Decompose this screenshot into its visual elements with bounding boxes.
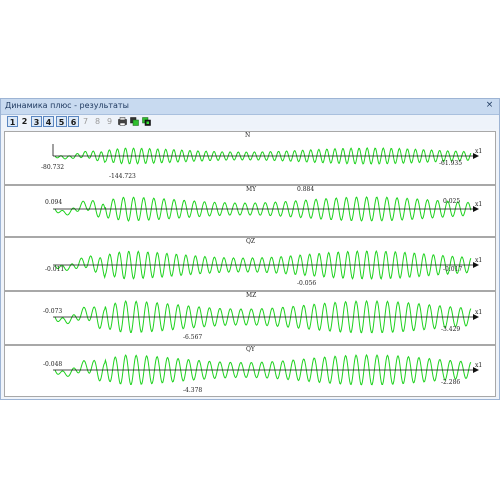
- min-label-qy: -4.378: [183, 387, 203, 394]
- right-value-qz: -0.017: [443, 266, 463, 273]
- tab-6[interactable]: 6: [68, 116, 79, 127]
- right-value-n: -61.935: [439, 160, 463, 167]
- left-value-my: 0.094: [45, 199, 63, 206]
- copy-icon[interactable]: [130, 117, 139, 126]
- export-icon[interactable]: [142, 117, 151, 126]
- tab-5[interactable]: 5: [56, 116, 67, 127]
- tab-9[interactable]: 9: [104, 116, 115, 127]
- window-title: Динамика плюс - результаты: [5, 101, 129, 110]
- plot-panel-qz: QZ x1 -0.011 -0.017 -0.056: [4, 237, 496, 291]
- tab-3[interactable]: 3: [31, 116, 42, 127]
- plot-name-mz: MZ: [246, 292, 257, 299]
- axis-label-qy: x1: [475, 362, 483, 369]
- title-bar[interactable]: Динамика плюс - результаты ×: [1, 99, 499, 115]
- plot-panel-n: N x1 -80.732 -61.935 -144.723: [4, 131, 496, 185]
- right-value-my: 0.025: [443, 198, 461, 205]
- print-icon[interactable]: [118, 117, 127, 126]
- plot-name-qz: QZ: [246, 238, 256, 245]
- close-icon[interactable]: ×: [484, 100, 495, 111]
- axis-label-my: x1: [475, 201, 483, 208]
- plot-name-n: N: [245, 132, 251, 139]
- axis-label-n: x1: [475, 148, 483, 155]
- results-window: Динамика плюс - результаты × 1 2 3 4 5 6…: [0, 98, 500, 400]
- tab-1[interactable]: 1: [7, 116, 18, 127]
- plot-qy-svg: [53, 353, 479, 386]
- tab-7[interactable]: 7: [80, 116, 91, 127]
- min-label-qz: -0.056: [297, 280, 317, 287]
- max-label-my: 0.884: [297, 186, 315, 193]
- right-value-qy: -2.286: [441, 379, 461, 386]
- axis-label-mz: x1: [475, 309, 483, 316]
- plot-name-my: MY: [246, 186, 257, 193]
- plot-panel-my: MY x1 0.094 0.025 0.884: [4, 185, 496, 237]
- plot-qz-svg: [53, 249, 479, 280]
- toolbar: 1 2 3 4 5 6 7 8 9: [1, 115, 499, 129]
- tab-2[interactable]: 2: [19, 116, 30, 127]
- left-value-n: -80.732: [41, 164, 65, 171]
- axis-label-qz: x1: [475, 257, 483, 264]
- tab-4[interactable]: 4: [43, 116, 54, 127]
- min-label-mz: -6.567: [183, 334, 203, 341]
- min-label-n: -144.723: [109, 173, 136, 180]
- tab-8[interactable]: 8: [92, 116, 103, 127]
- plot-n-svg: [52, 144, 479, 165]
- left-value-qz: -0.011: [45, 266, 65, 273]
- plot-name-qy: QY: [246, 346, 255, 353]
- left-value-mz: -0.073: [43, 308, 63, 315]
- left-value-qy: -0.048: [43, 361, 63, 368]
- plot-panel-qy: QY x1 -0.048 -2.286 -4.378: [4, 345, 496, 397]
- plot-panel-mz: MZ x1 -0.073 -3.429 -6.567: [4, 291, 496, 345]
- plot-mz-svg: [53, 299, 479, 334]
- right-value-mz: -3.429: [441, 326, 461, 333]
- plot-my-svg: [53, 196, 479, 222]
